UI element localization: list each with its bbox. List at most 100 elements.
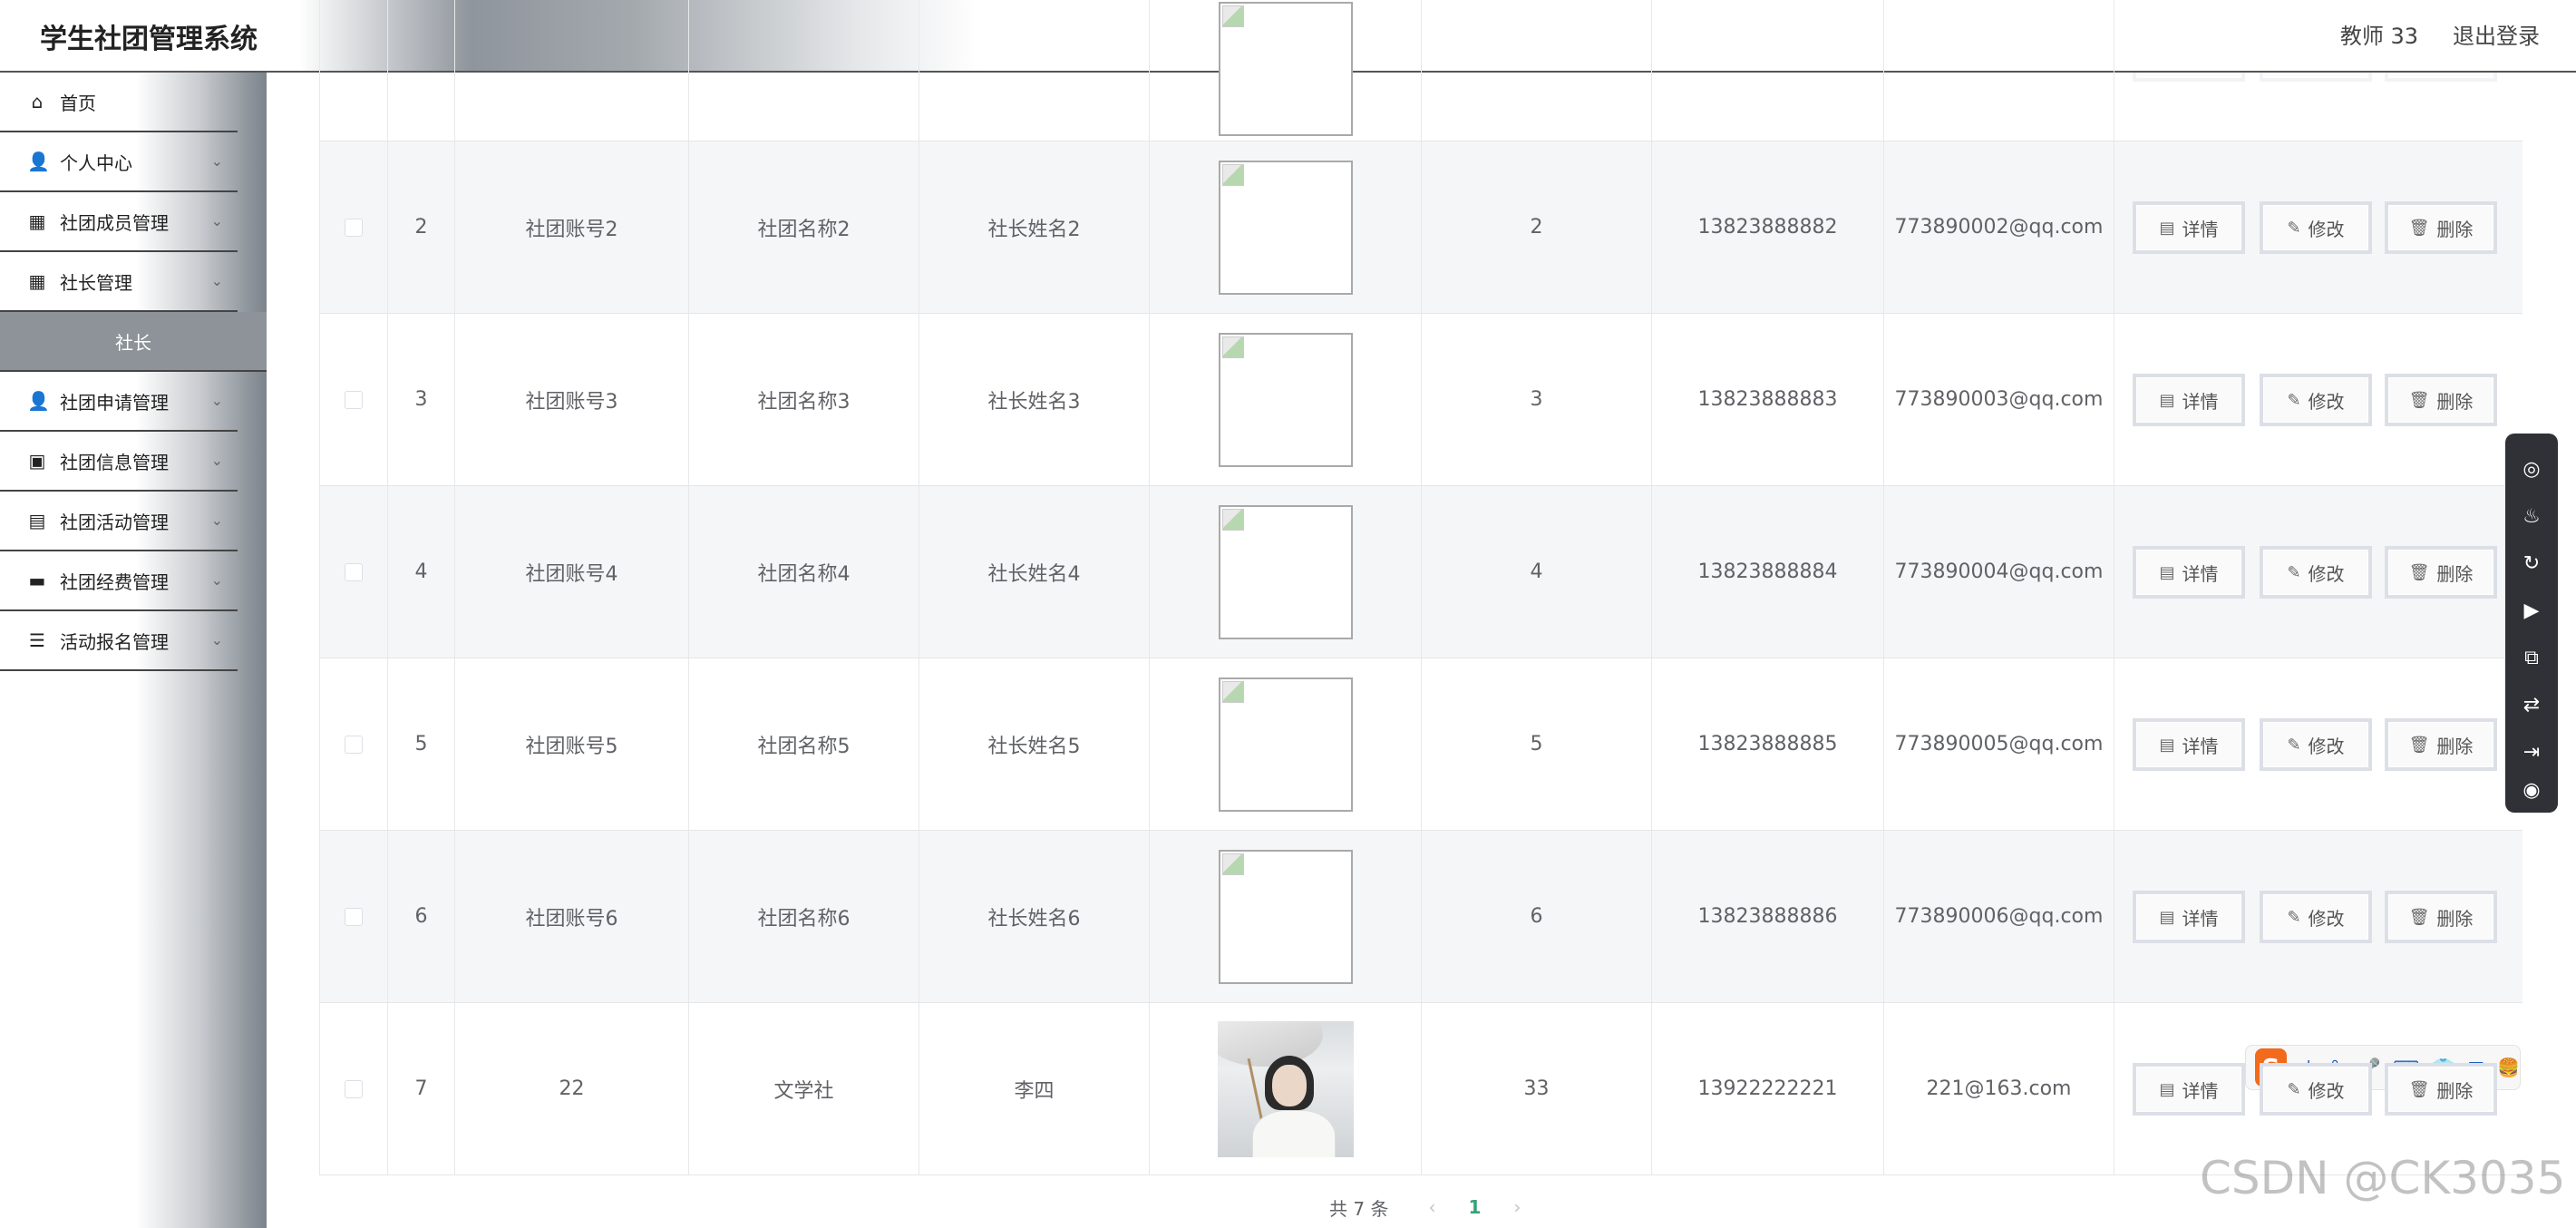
edit-button[interactable]: ✎ 修改 (2260, 546, 2372, 599)
broken-image-icon (1221, 853, 1244, 875)
detail-button[interactable]: ▤ 详情 (2133, 374, 2245, 426)
row-checkbox[interactable] (345, 218, 363, 237)
detail-button[interactable]: ▤ 详情 (2133, 1063, 2245, 1116)
button-label: 修改 (2308, 390, 2345, 413)
watermark: CSDN @CK3035 (2200, 1152, 2566, 1204)
sidebar: ⌂ 首页 👤 个人中心 ⌄ ▦ 社团成员管理 ⌄ ▦ 社长管理 ⌄ 社长 👤 社团申请管理 ⌄ ▣ 社团信息… (0, 73, 267, 1228)
camera-icon[interactable]: ◉ (2505, 773, 2558, 809)
export-icon[interactable]: ⇥ (2505, 735, 2558, 771)
club-image-broken (1218, 332, 1353, 467)
cell-leader-name: 社长姓名3 (919, 314, 1150, 485)
button-label: 删除 (2436, 218, 2474, 240)
cell-leader-name: 社长姓名4 (919, 486, 1150, 658)
sidebar-item-8[interactable]: ☰ 活动报名管理 ⌄ (0, 611, 238, 671)
detail-button[interactable]: ▤ 详情 (2133, 546, 2245, 599)
row-checkbox[interactable] (345, 907, 363, 926)
trash-icon: 🗑 (2408, 1079, 2430, 1099)
button-label: 删除 (2436, 562, 2474, 585)
button-label: 删除 (2436, 390, 2474, 413)
sidebar-item-6[interactable]: ▤ 社团活动管理 ⌄ (0, 492, 238, 551)
delete-button[interactable]: 🗑 删除 (2385, 891, 2497, 943)
sidebar-item-7[interactable]: ▬ 社团经费管理 ⌄ (0, 551, 238, 611)
cell-number: 5 (1422, 658, 1652, 830)
delete-button[interactable]: 🗑 删除 (2385, 374, 2497, 426)
trash-icon: 🗑 (2408, 907, 2430, 927)
button-label: 详情 (2182, 735, 2219, 757)
delete-button[interactable]: 🗑 删除 (2385, 201, 2497, 254)
pagination-next-button[interactable]: › (1513, 1196, 1521, 1218)
detail-button[interactable]: ▤ 详情 (2133, 891, 2245, 943)
sidebar-item-label: 活动报名管理 (60, 630, 169, 653)
button-label: 详情 (2182, 390, 2219, 413)
sidebar-item-3[interactable]: ▦ 社长管理 ⌄ (0, 252, 238, 312)
swap-icon[interactable]: ⇄ (2505, 687, 2558, 724)
crop-icon[interactable]: ⧉ (2505, 640, 2558, 677)
cell-index: 3 (388, 314, 455, 485)
edit-button[interactable]: ✎ 修改 (2260, 718, 2372, 771)
doc-icon: ▤ (2159, 218, 2175, 238)
search-circle-icon[interactable]: ◎ (2505, 452, 2558, 488)
chevron-down-icon: ⌄ (210, 512, 223, 529)
edit-button[interactable]: ✎ 修改 (2260, 891, 2372, 943)
row-checkbox[interactable] (345, 1079, 363, 1098)
cell-index: 7 (388, 1003, 455, 1174)
delete-button[interactable]: 🗑 删除 (2385, 718, 2497, 771)
cell-image (1150, 658, 1422, 830)
sidebar-item-1[interactable]: 👤 个人中心 ⌄ (0, 132, 238, 192)
cell-image (1150, 314, 1422, 485)
club-image-broken (1218, 504, 1353, 639)
pagination-page-1[interactable]: 1 (1468, 1196, 1481, 1218)
row-checkbox[interactable] (345, 562, 363, 581)
doc-icon: ▤ (2159, 907, 2175, 927)
chevron-down-icon: ⌄ (210, 392, 223, 409)
button-label: 详情 (2182, 1079, 2219, 1102)
sidebar-item-5[interactable]: ▣ 社团信息管理 ⌄ (0, 432, 238, 492)
pencil-icon: ✎ (2287, 907, 2301, 927)
sidebar-subitem-leader[interactable]: 社长 (0, 312, 267, 372)
cell-email: 773890003@qq.com (1884, 314, 2114, 485)
cell-index: 4 (388, 486, 455, 658)
chat-icon: ▬ (28, 570, 46, 591)
row-checkbox[interactable] (345, 735, 363, 754)
cell-number: 33 (1422, 1003, 1652, 1174)
sidebar-item-2[interactable]: ▦ 社团成员管理 ⌄ (0, 192, 238, 252)
refresh-icon[interactable]: ↻ (2505, 546, 2558, 582)
cell-image (1150, 141, 1422, 313)
pencil-icon: ✎ (2287, 562, 2301, 582)
pagination-total: 共 7 条 (1329, 1197, 1389, 1220)
pencil-icon: ✎ (2287, 390, 2301, 410)
list-icon: ☰ (29, 629, 45, 651)
video-icon[interactable]: ▶ (2505, 593, 2558, 629)
delete-button[interactable]: 🗑 删除 (2385, 546, 2497, 599)
cell-club-name: 社团名称6 (689, 831, 919, 1002)
sidebar-item-0[interactable]: ⌂ 首页 (0, 73, 238, 132)
edit-button[interactable]: ✎ 修改 (2260, 374, 2372, 426)
sidebar-item-label: 社团申请管理 (60, 391, 169, 414)
cell-image (1150, 1003, 1422, 1174)
cell-club-account: 社团账号4 (455, 486, 689, 658)
club-image-broken (1218, 1, 1353, 136)
doc-icon: ▤ (2159, 562, 2175, 582)
doc-icon: ▤ (2159, 390, 2175, 410)
delete-button[interactable]: 🗑 删除 (2385, 1063, 2497, 1116)
sidebar-item-label: 个人中心 (60, 151, 132, 174)
trash-icon: 🗑 (2408, 218, 2430, 238)
pencil-icon: ✎ (2287, 218, 2301, 238)
edit-button[interactable]: ✎ 修改 (2260, 1063, 2372, 1116)
fire-icon[interactable]: ♨ (2505, 499, 2558, 535)
floating-toolbar: ◎ ♨ ↻ ▶ ⧉ ⇄ ⇥ ◉ (2505, 434, 2558, 813)
grid-icon: ▦ (28, 210, 46, 232)
cell-index: 6 (388, 831, 455, 1002)
edit-button[interactable]: ✎ 修改 (2260, 201, 2372, 254)
detail-button[interactable]: ▤ 详情 (2133, 201, 2245, 254)
button-label: 修改 (2308, 907, 2345, 930)
detail-button[interactable]: ▤ 详情 (2133, 718, 2245, 771)
sidebar-item-4[interactable]: 👤 社团申请管理 ⌄ (0, 372, 238, 432)
row-checkbox[interactable] (345, 390, 363, 409)
pagination: 共 7 条 ‹ 1 › (1329, 1192, 1537, 1223)
cell-leader-name: 社长姓名6 (919, 831, 1150, 1002)
food-icon[interactable]: 🍔 (2497, 1057, 2520, 1078)
button-label: 详情 (2182, 907, 2219, 930)
pagination-prev-button[interactable]: ‹ (1428, 1196, 1435, 1218)
broken-image-icon (1221, 163, 1244, 186)
